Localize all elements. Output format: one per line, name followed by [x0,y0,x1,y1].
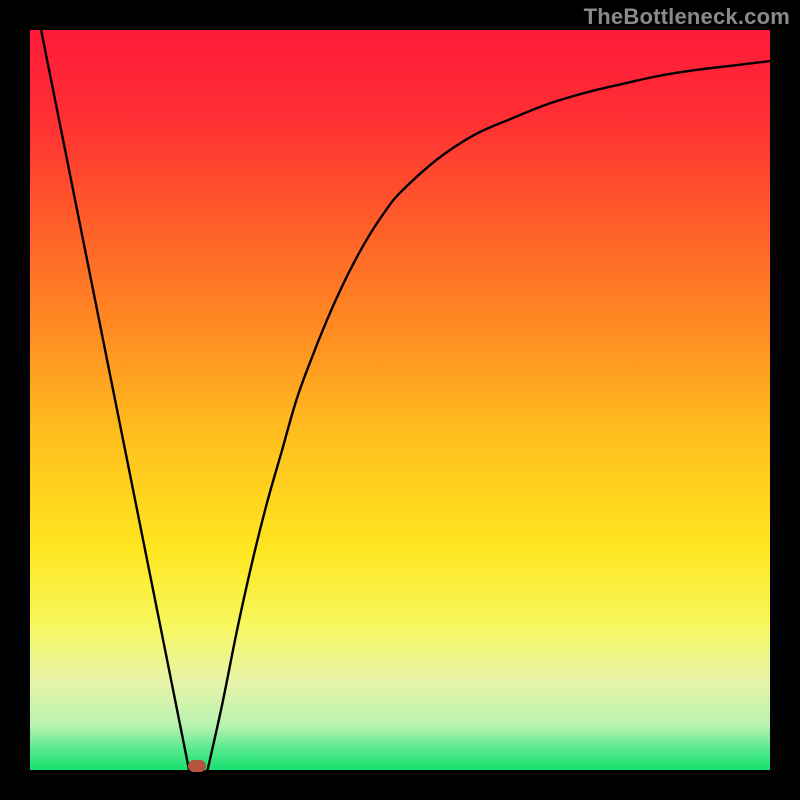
plot-svg [30,30,770,770]
gradient-background [30,30,770,770]
minimum-marker [188,760,206,772]
watermark-text: TheBottleneck.com [584,4,790,30]
chart-frame: TheBottleneck.com [0,0,800,800]
plot-area [30,30,770,770]
